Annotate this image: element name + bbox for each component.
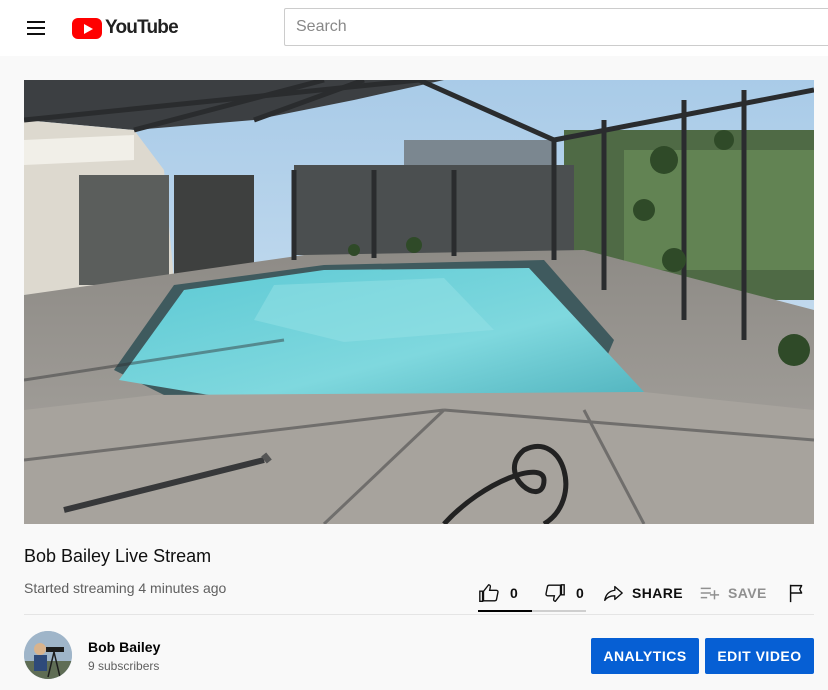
like-count: 0	[510, 585, 519, 601]
thumbs-up-icon	[479, 584, 499, 602]
logo-text: YouTube	[105, 17, 179, 38]
share-arrow-icon	[604, 585, 623, 602]
divider	[24, 614, 814, 615]
dislike-button[interactable]: 0	[544, 574, 598, 612]
report-button[interactable]	[786, 574, 810, 612]
share-button[interactable]: SHARE	[602, 574, 712, 612]
channel-avatar[interactable]	[24, 631, 72, 679]
subscriber-count: 9 subscribers	[88, 659, 160, 673]
thumbs-down-icon	[545, 584, 565, 602]
dislike-count: 0	[576, 585, 585, 601]
video-frame-pool-scene	[24, 80, 814, 524]
sentiment-bar-fill	[478, 610, 532, 612]
hamburger-menu-icon[interactable]	[24, 16, 48, 40]
analytics-button[interactable]: ANALYTICS	[591, 638, 699, 674]
video-title: Bob Bailey Live Stream	[24, 546, 212, 566]
save-label: SAVE	[728, 585, 767, 601]
stream-status-text: Started streaming 4 minutes ago	[24, 580, 227, 596]
save-button[interactable]: SAVE	[698, 574, 778, 612]
sentiment-bar	[478, 610, 586, 612]
share-label: SHARE	[632, 585, 684, 601]
playlist-add-icon	[700, 587, 720, 600]
flag-icon	[789, 584, 803, 603]
search-input[interactable]	[284, 8, 828, 46]
like-button[interactable]: 0	[478, 574, 532, 612]
avatar-image	[24, 631, 72, 679]
channel-name[interactable]: Bob Bailey	[88, 639, 160, 655]
video-player[interactable]	[24, 80, 814, 524]
youtube-play-icon	[72, 17, 102, 39]
masthead: YouTube	[0, 0, 828, 56]
edit-video-button[interactable]: EDIT VIDEO	[705, 638, 814, 674]
youtube-logo[interactable]: YouTube	[72, 17, 179, 39]
